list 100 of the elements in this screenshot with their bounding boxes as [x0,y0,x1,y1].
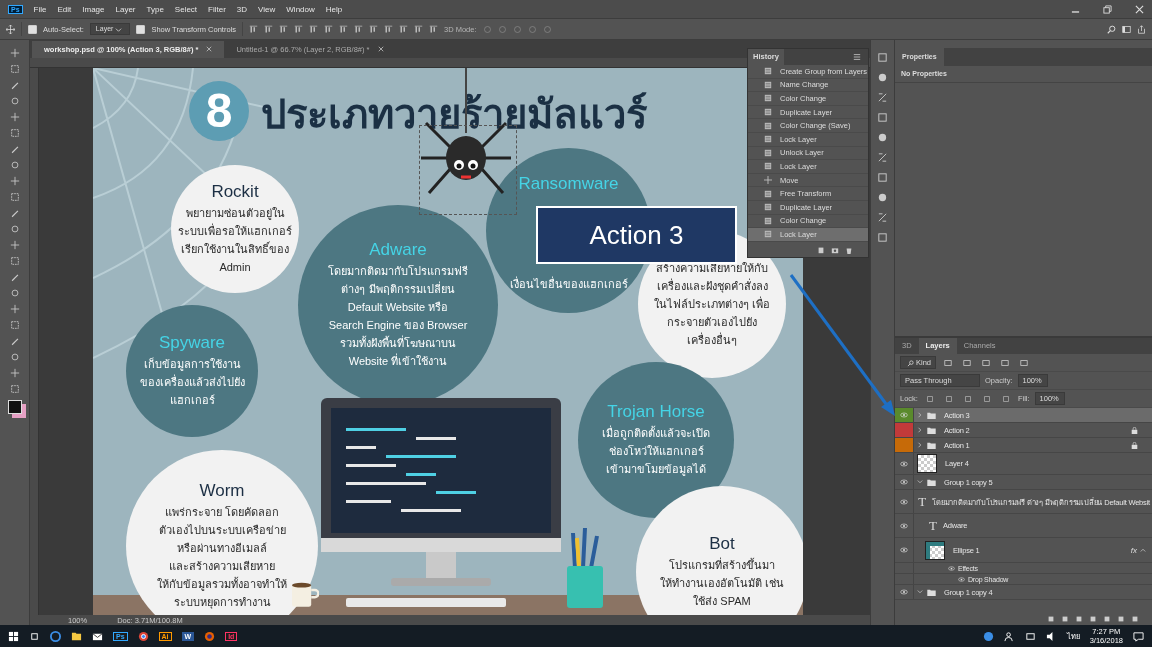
tool-icon[interactable] [9,320,20,330]
tool-icon[interactable] [9,80,20,90]
tool-icon[interactable] [9,304,20,314]
menu-item[interactable]: Filter [208,4,226,14]
menu-item[interactable]: Image [82,4,105,14]
close-icon[interactable] [377,46,384,52]
panel-icon[interactable] [877,132,888,143]
panel-icon[interactable] [877,72,888,83]
tool-icon[interactable] [9,112,20,122]
tool-icon[interactable] [9,352,20,362]
chevron-right-icon[interactable] [917,412,923,418]
menu-item[interactable]: Help [325,4,343,14]
filter-icon[interactable] [982,358,990,367]
visibility-cell[interactable] [895,438,914,452]
task-view-icon[interactable] [29,630,40,642]
windows-start-icon[interactable] [8,630,19,642]
eye-icon[interactable] [900,547,908,553]
eye-icon[interactable] [900,498,908,505]
tool-icon[interactable] [9,96,20,106]
eye-icon[interactable] [900,412,908,418]
align-icon[interactable] [429,24,438,34]
tool-icon[interactable] [9,224,20,234]
new-document-icon[interactable] [817,246,825,254]
lock-option-icon[interactable] [925,394,934,403]
camera-icon[interactable] [831,246,839,254]
align-icon[interactable] [249,24,258,34]
panel-icon[interactable] [877,52,888,63]
align-icon[interactable] [369,24,378,34]
browser-icon[interactable] [50,630,61,642]
visibility-cell[interactable] [895,408,914,422]
align-icon[interactable] [399,24,408,34]
align-icon[interactable] [279,24,288,34]
panel-icon[interactable] [877,172,888,183]
trash-icon[interactable] [845,246,853,254]
align-icon[interactable] [354,24,363,34]
tool-icon[interactable] [9,144,20,154]
tool-icon[interactable] [9,64,20,74]
help-icon[interactable] [982,630,994,642]
panel-icon[interactable] [877,232,888,243]
network-icon[interactable] [1024,630,1036,642]
eye-icon[interactable] [958,576,965,582]
menu-item[interactable]: Type [146,4,164,14]
tool-icon[interactable] [9,272,20,282]
browser-icon[interactable] [137,630,149,642]
visibility-cell[interactable] [895,423,914,437]
lock-option-icon[interactable] [944,394,953,403]
menu-item[interactable]: 3D [236,4,248,14]
align-icon[interactable] [324,24,333,34]
checkbox[interactable] [136,24,146,34]
menu-item[interactable]: File [33,4,47,14]
align-icon[interactable] [294,24,303,34]
tool-icon[interactable] [9,192,20,202]
folder-icon[interactable] [71,630,82,642]
mail-icon[interactable] [92,630,103,642]
chevron-right-icon[interactable] [917,427,923,433]
eye-icon[interactable] [900,589,908,595]
people-icon[interactable] [1003,630,1015,642]
tool-icon[interactable] [9,368,20,378]
tool-icon[interactable] [9,160,20,170]
panel-icon[interactable] [877,152,888,163]
search-icon[interactable] [1107,24,1116,34]
panel-menu-icon[interactable] [853,53,861,61]
filter-icon[interactable] [1020,358,1028,367]
close-icon[interactable] [206,46,213,52]
menu-item[interactable]: Edit [57,4,72,14]
tool-icon[interactable] [9,240,20,250]
menu-item[interactable]: Select [174,4,198,14]
notifications-icon[interactable] [1133,630,1144,642]
align-icon[interactable] [264,24,273,34]
menu-item[interactable]: Layer [115,4,136,14]
tool-icon[interactable] [9,288,20,298]
chevron-down-icon[interactable] [917,479,923,485]
lock-option-icon[interactable] [982,394,991,403]
tool-icon[interactable] [9,256,20,266]
eye-icon[interactable] [900,479,908,485]
align-icon[interactable] [384,24,393,34]
checkbox[interactable] [28,24,37,34]
workspace-icon[interactable] [1122,24,1131,34]
chevron-right-icon[interactable] [917,442,923,448]
align-icon[interactable] [414,24,423,34]
tool-icon[interactable] [9,48,20,58]
chevron-up-icon[interactable] [1140,547,1146,553]
filter-icon[interactable] [944,358,952,367]
panel-icon[interactable] [877,192,888,203]
align-icon[interactable] [339,24,348,34]
tool-icon[interactable] [9,208,20,218]
filter-icon[interactable] [963,358,971,367]
close-icon[interactable] [1135,4,1144,14]
share-icon[interactable] [1137,24,1146,34]
align-icon[interactable] [309,24,318,34]
eye-icon[interactable] [900,522,908,529]
tool-icon[interactable] [9,128,20,138]
tool-icon[interactable] [9,384,20,394]
tool-icon[interactable] [9,176,20,186]
panel-icon[interactable] [877,92,888,103]
effects-badge[interactable]: fx [1130,545,1137,555]
eye-icon[interactable] [948,565,955,571]
lock-option-icon[interactable] [1001,394,1010,403]
menu-item[interactable]: Window [286,4,315,14]
browser-icon[interactable] [204,630,216,642]
